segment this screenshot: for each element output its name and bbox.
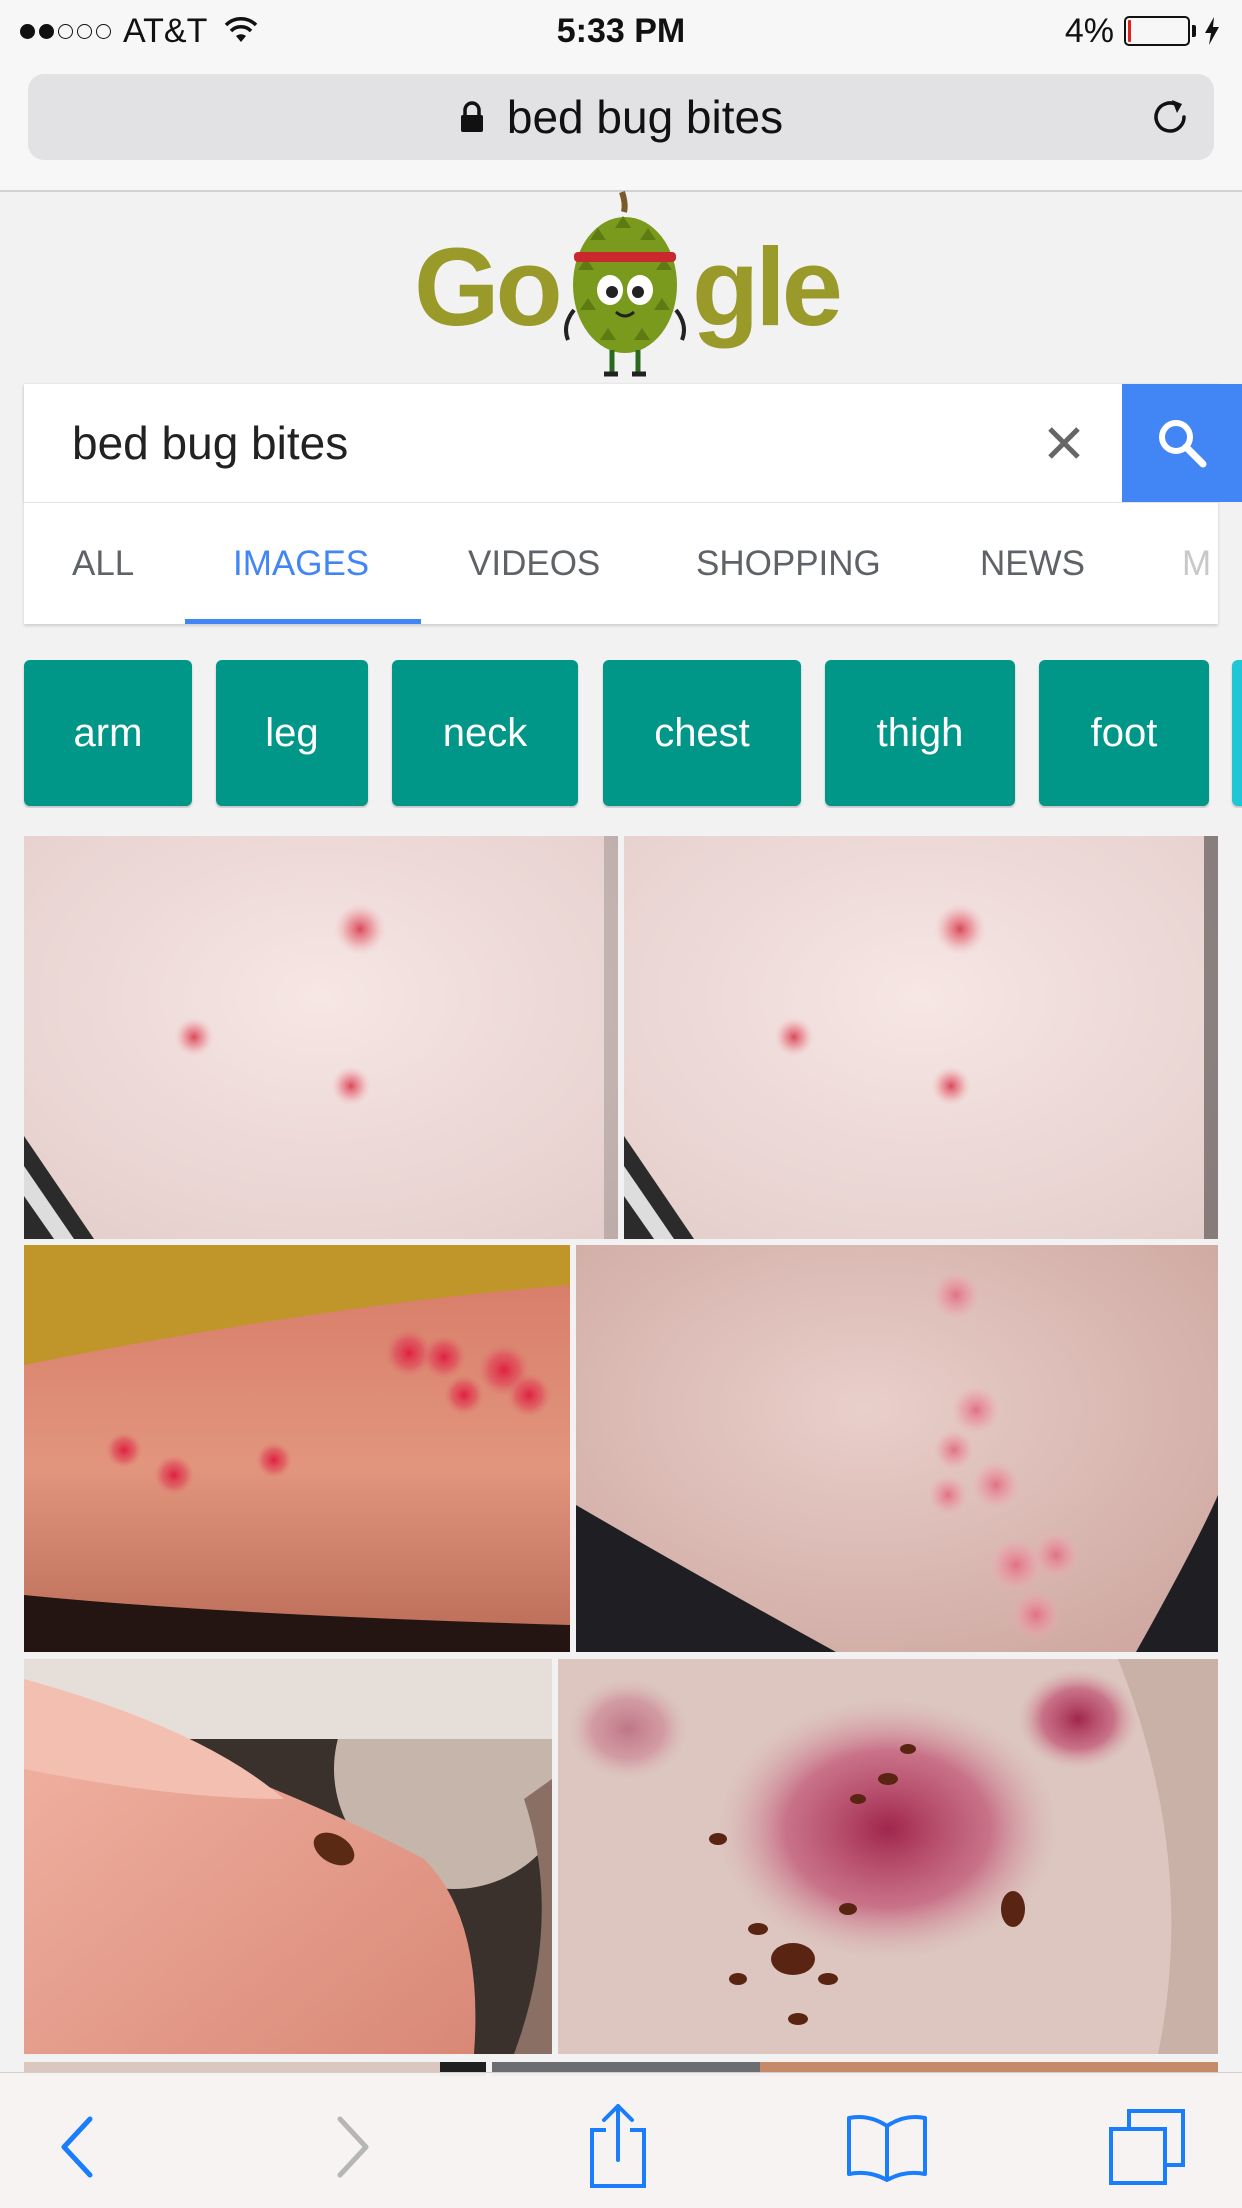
image-result[interactable] bbox=[24, 836, 618, 1239]
chevron-right-icon bbox=[337, 2116, 369, 2178]
image-result[interactable] bbox=[24, 1659, 552, 2054]
forward-button[interactable] bbox=[312, 2107, 392, 2187]
image-result[interactable] bbox=[24, 1245, 570, 1652]
chevron-left-icon bbox=[61, 2116, 93, 2178]
tabs-button[interactable] bbox=[1102, 2107, 1192, 2187]
book-icon bbox=[847, 2115, 927, 2182]
image-result[interactable] bbox=[558, 1659, 1218, 2054]
image-results-grid bbox=[0, 0, 1242, 2208]
browser-screen: { "status_bar": { "carrier": "AT&T", "ti… bbox=[0, 0, 1242, 2208]
image-result[interactable] bbox=[576, 1245, 1218, 1652]
share-button[interactable] bbox=[578, 2097, 658, 2193]
back-button[interactable] bbox=[38, 2107, 118, 2187]
image-result[interactable] bbox=[624, 836, 1218, 1239]
tabs-icon bbox=[1109, 2109, 1185, 2185]
bookmarks-button[interactable] bbox=[842, 2107, 932, 2187]
share-icon bbox=[590, 2104, 646, 2188]
browser-toolbar bbox=[0, 2072, 1242, 2208]
